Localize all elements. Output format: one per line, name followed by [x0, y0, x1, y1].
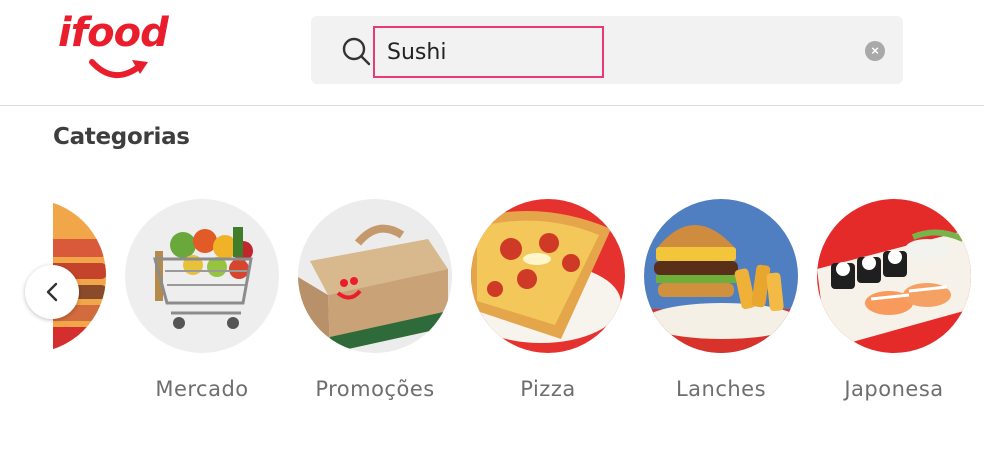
sushi-photo: [817, 199, 971, 353]
search-bar: ×: [311, 16, 903, 84]
category-item-mercado[interactable]: Mercado: [125, 195, 285, 415]
categories-title: Categorias: [53, 124, 190, 150]
category-item-promocoes[interactable]: Promoções: [298, 195, 458, 415]
category-item-lanches[interactable]: Lanches: [644, 195, 804, 415]
grocery-cart-photo: [125, 199, 279, 353]
category-item-japonesa[interactable]: Japonesa: [817, 195, 977, 415]
search-input[interactable]: [373, 26, 604, 78]
delivery-box-photo: [298, 199, 452, 353]
category-label: Japonesa: [844, 377, 944, 401]
burger-photo: [644, 199, 798, 353]
search-icon[interactable]: [341, 36, 371, 66]
ifood-logo[interactable]: ifood: [52, 8, 192, 88]
chevron-left-icon: [46, 282, 58, 302]
clear-search-icon[interactable]: ×: [865, 41, 885, 61]
category-label: Pizza: [520, 377, 576, 401]
categories-carousel: nos Mercado: [0, 195, 984, 435]
category-label: Mercado: [155, 377, 249, 401]
logo-smile-icon: [89, 59, 148, 78]
carousel-prev-button[interactable]: [25, 265, 79, 319]
header: ifood ×: [0, 0, 984, 106]
category-label: Lanches: [675, 377, 767, 401]
pizza-photo: [471, 199, 625, 353]
category-item-pizza[interactable]: Pizza: [471, 195, 631, 415]
logo-text: ifood: [58, 10, 169, 56]
category-label: Promoções: [315, 377, 435, 401]
